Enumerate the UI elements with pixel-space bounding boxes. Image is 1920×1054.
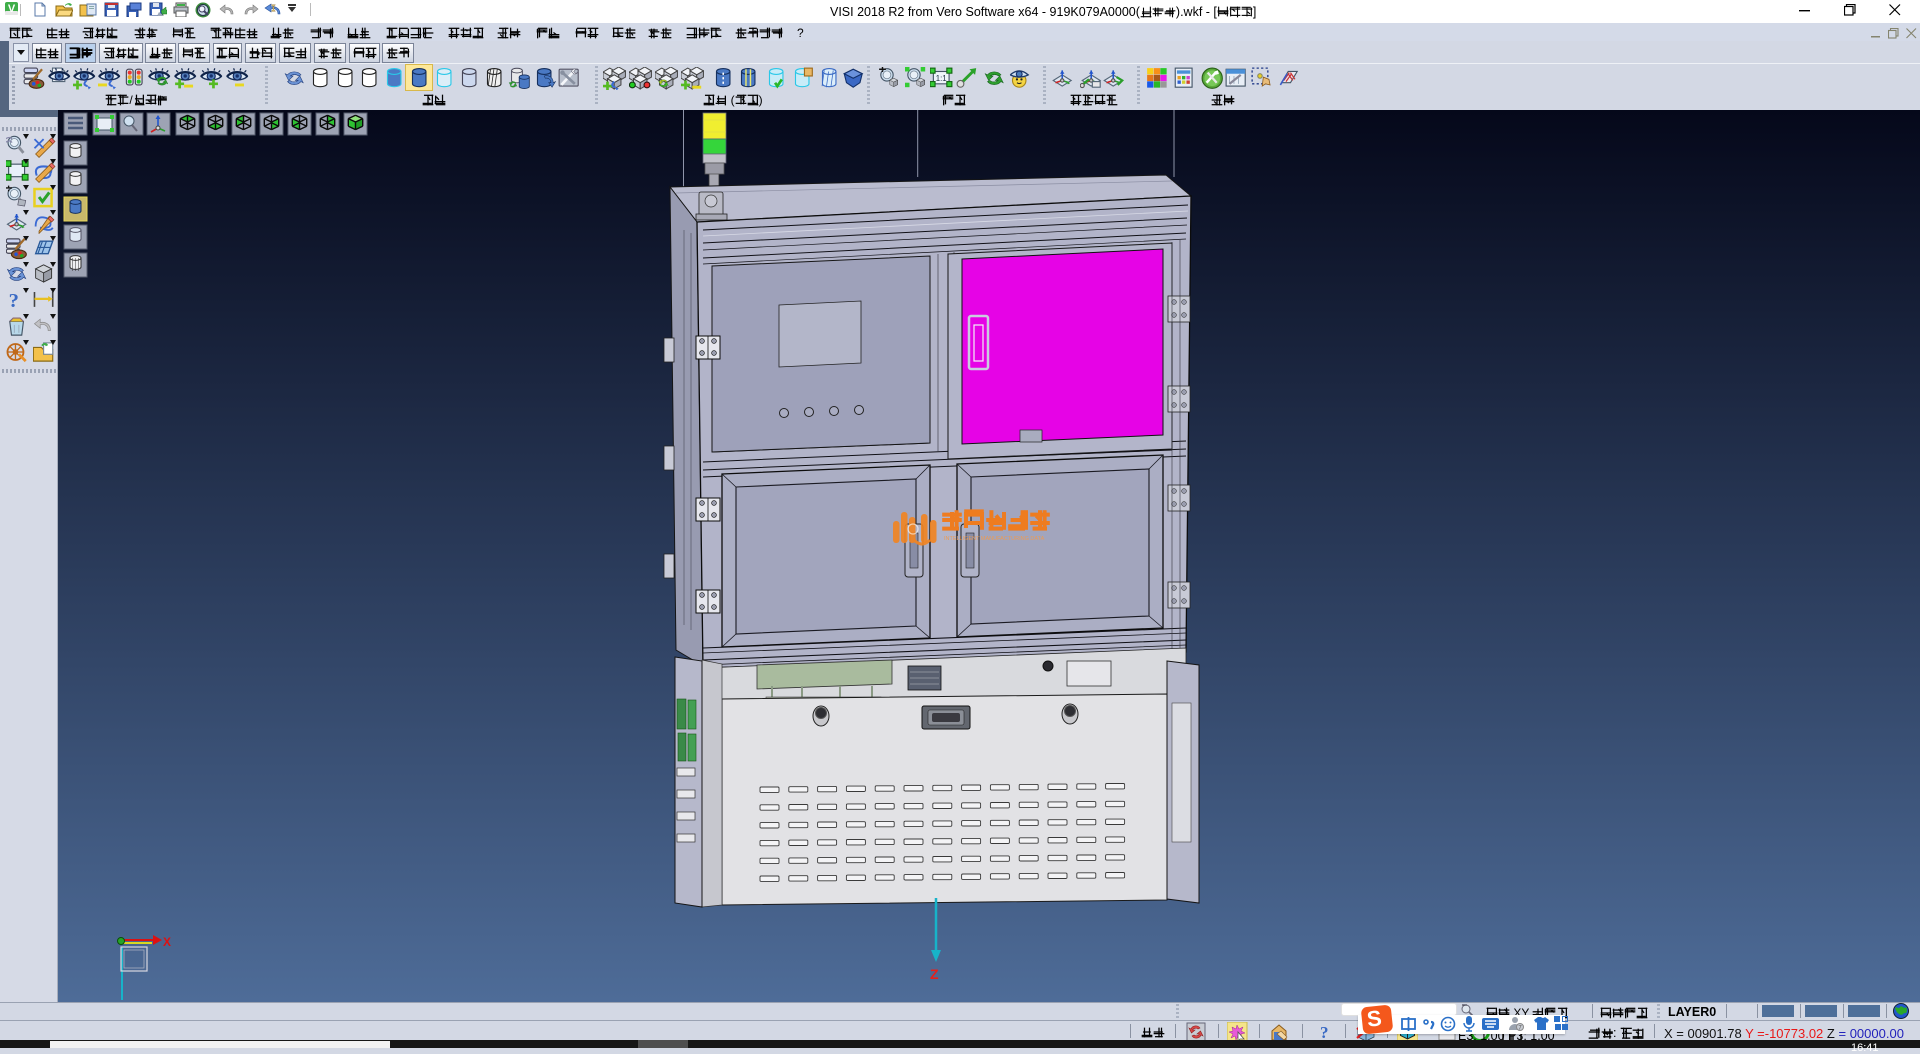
svg-text:Z: Z (930, 966, 939, 982)
svg-text:?: ? (9, 290, 19, 312)
svg-text:INTELLIGENT MANUFACTURING DATA: INTELLIGENT MANUFACTURING DATA (944, 536, 1045, 542)
svg-text:V: V (8, 3, 16, 15)
svg-text:X: X (163, 935, 171, 949)
svg-text:1:1: 1:1 (936, 74, 947, 83)
